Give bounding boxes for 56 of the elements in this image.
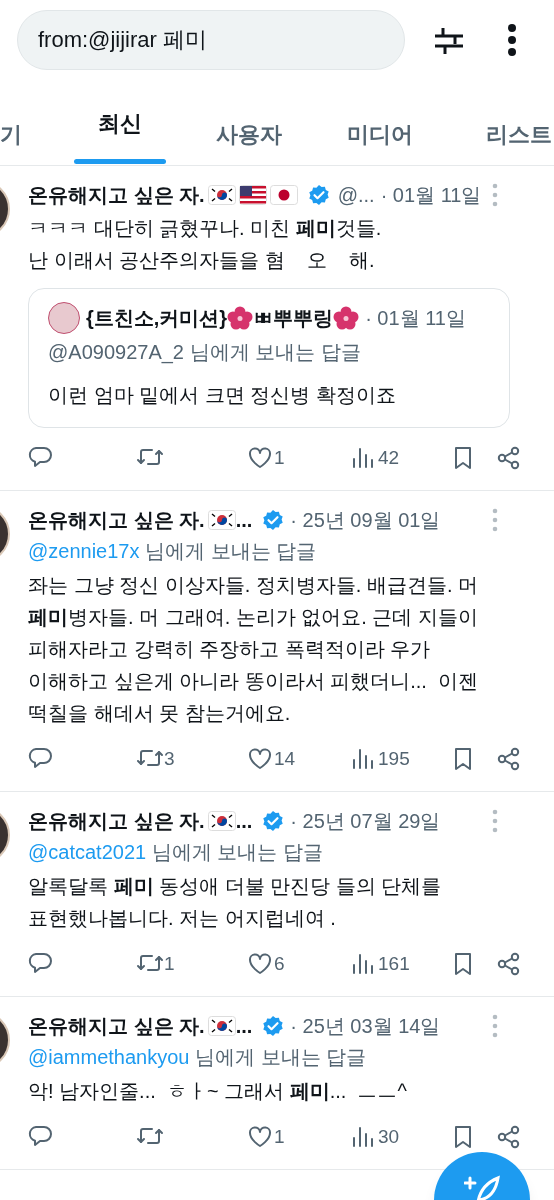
compose-icon (464, 1174, 500, 1200)
tab[interactable]: 기 (0, 105, 22, 165)
reply-context: @A090927A_2 님에게 보내는 답글 (48, 340, 362, 366)
author-name[interactable]: 온유해지고 싶은 자. (28, 1011, 205, 1041)
tweet-text: 좌는 그냥 정신 이상자들. 정치병자들. 배급견들. 머 페미병자들. 머 그래여. 논리가 없어요. 근데 지들이 피해자라고 강력히 주장하고 폭력적이라 우가 이해하고 싶은게 아니라 똥이라서 피했더니... 이젠 떡칠을 해데서 못 참는거에요. (28, 573, 479, 726)
name-ellipsis: ... (235, 508, 253, 533)
quoted-text: 이런 엄마 밑에서 크면 정신병 확정이죠 (48, 383, 397, 408)
tweet-date[interactable]: · 25년 03월 14일 (290, 1011, 441, 1041)
tweet-date[interactable]: · 25년 07월 29일 (290, 806, 441, 836)
tweet-date[interactable]: · 01월 11일 (380, 180, 482, 210)
flower-icon (333, 306, 360, 330)
author-name[interactable]: {트친소,커미션} (86, 303, 228, 333)
heart-icon (246, 1124, 274, 1150)
korea-flag-icon (207, 185, 236, 205)
korea-flag-icon (207, 510, 236, 530)
tweet-date[interactable]: · 25년 09월 01일 (290, 505, 441, 535)
heart-icon (246, 746, 274, 772)
repost-button[interactable]: 3 (136, 743, 175, 775)
name-ellipsis: ... (235, 809, 253, 834)
repost-button[interactable]: 1 (136, 948, 175, 980)
tweet-text: ㅋㅋㅋ 대단히 긁혔꾸나. 미친 페미것들. 난 이래서 공산주의자들을 혐 오 해. (28, 216, 383, 273)
like-button[interactable]: 6 (246, 948, 285, 980)
korea-flag-icon (207, 1016, 236, 1036)
name-ellipsis: ... (235, 1014, 253, 1039)
search-field[interactable]: from:@jijirar 페미 (17, 10, 405, 70)
author-name[interactable]: 온유해지고 싶은 자. (28, 505, 205, 535)
tweet-text: 악! 남자인줄... ㅎㅏ~ 그래서 페미... ㅡㅡ^ (28, 1079, 408, 1104)
more-icon[interactable] (507, 23, 517, 57)
quoted-tweet-card[interactable]: {트친소,커미션} ㅃ뿌뿌링 · 01월 11일 @A090927A_2 님에게 보내는 답글 이런 엄마 밑에서 크면 정신병 확정이죠 (28, 288, 510, 428)
views-button[interactable]: 195 (350, 743, 410, 775)
flower-icon (227, 306, 254, 330)
like-button[interactable]: 1 (246, 442, 285, 474)
korea-flag-icon (207, 811, 236, 831)
tweet-date: · 01월 11일 (365, 306, 466, 331)
views-button[interactable]: 161 (350, 948, 410, 980)
tab[interactable]: 리스트 (478, 105, 554, 165)
tab[interactable]: 사용자 (208, 105, 290, 165)
heart-icon (246, 445, 274, 471)
tab[interactable]: 미디어 (339, 105, 421, 165)
author-name[interactable]: 온유해지고 싶은 자. (28, 806, 205, 836)
usa-flag-icon (238, 185, 267, 205)
reply-context: @zennie17x 님에게 보내는 답글 (28, 539, 318, 564)
author-handle[interactable]: @... (337, 180, 375, 210)
japan-flag-icon (269, 185, 298, 205)
author-name[interactable]: 온유해지고 싶은 자. (28, 180, 205, 210)
like-button[interactable]: 1 (246, 1121, 285, 1153)
tweet-text: 알록달록 페미 동성애 더불 만진당 들의 단체를 표현했나봅니다. 저는 어지럽네여 . (28, 874, 443, 931)
author-name[interactable]: ㅃ뿌뿌링 (253, 303, 334, 333)
views-button[interactable]: 42 (350, 442, 400, 474)
reply-context: @iammethankyou 님에게 보내는 답글 (28, 1045, 368, 1070)
reply-context: @catcat2021 님에게 보내는 답글 (28, 840, 324, 865)
heart-icon (246, 951, 274, 977)
tab[interactable]: 최신 (66, 105, 174, 165)
avatar (48, 302, 80, 334)
like-button[interactable]: 14 (246, 743, 296, 775)
views-button[interactable]: 30 (350, 1121, 400, 1153)
